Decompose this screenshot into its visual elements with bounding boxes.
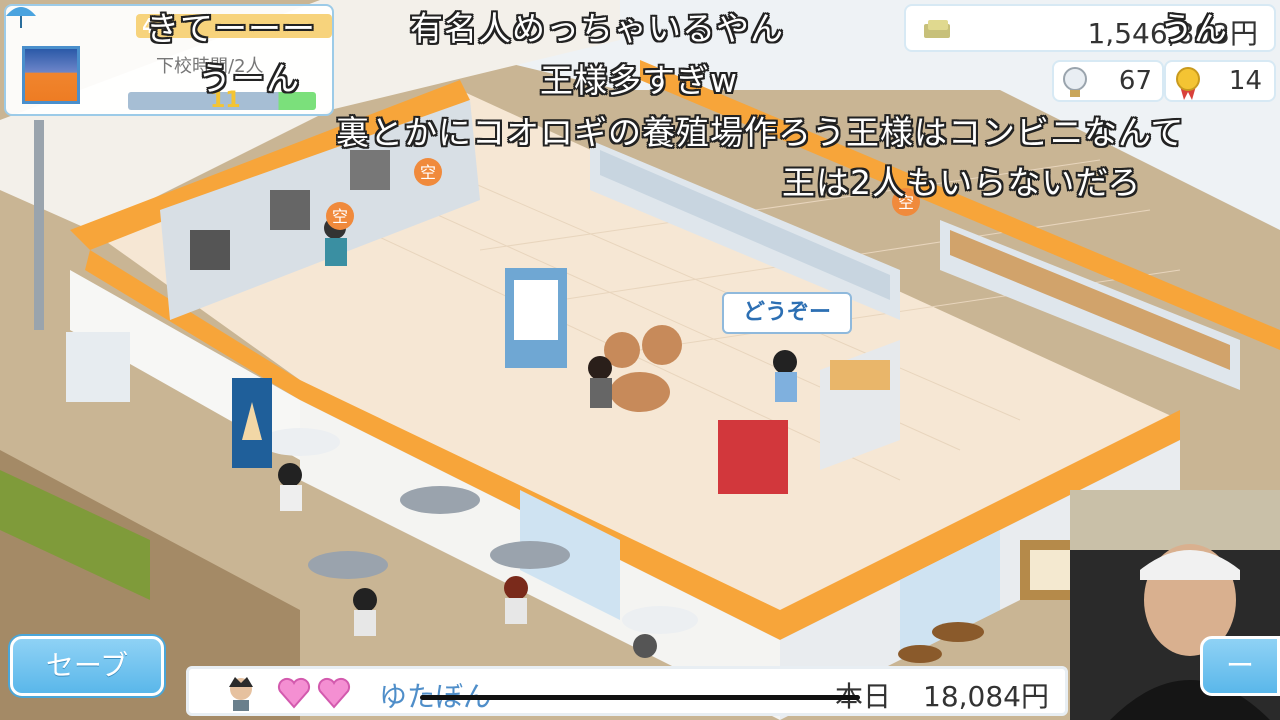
today-sales: 18,084円 [923, 680, 1049, 713]
medal-value: 14 [1228, 66, 1262, 96]
save-button[interactable]: セーブ [10, 636, 164, 696]
umbrella-icon [6, 7, 36, 28]
comment: 有名人めっちゃいるやん [410, 9, 784, 48]
store-portrait[interactable] [22, 46, 80, 104]
idea-value: 67 [1118, 66, 1152, 96]
visitor-avatar-icon [229, 677, 253, 711]
comment: うーん [198, 59, 300, 98]
medal-icon [1176, 67, 1200, 100]
display-screen [514, 280, 558, 340]
home-indicator[interactable] [420, 695, 860, 700]
idea-panel[interactable]: 67 [1052, 60, 1164, 102]
empty-sign-label-1: 空 [420, 163, 436, 182]
comment: 王様多すぎw [540, 61, 738, 100]
speech-bubble: どうぞー [722, 292, 852, 334]
comment: 裏とかにコオロギの養殖場作ろう王様はコンビニなんて [336, 113, 1185, 152]
comment: きてーーー [146, 9, 316, 48]
comment: うん [1160, 9, 1228, 48]
bottom-info-bar[interactable]: ゆたぼん 本日 18,084円 [186, 666, 1068, 716]
medal-panel[interactable]: 14 [1164, 60, 1276, 102]
goods [830, 360, 890, 390]
trash-bins [66, 332, 130, 402]
money-icon [924, 20, 950, 38]
lamp-pole [34, 120, 44, 330]
empty-sign-label-2: 空 [332, 207, 348, 226]
magazine-rack [718, 420, 788, 494]
menu-button[interactable]: ー [1200, 636, 1280, 696]
heart-icon [277, 677, 311, 709]
comment: 王は2人もいらないだろ [782, 163, 1142, 202]
heart-icon [317, 677, 351, 709]
lightbulb-icon [1063, 67, 1087, 97]
